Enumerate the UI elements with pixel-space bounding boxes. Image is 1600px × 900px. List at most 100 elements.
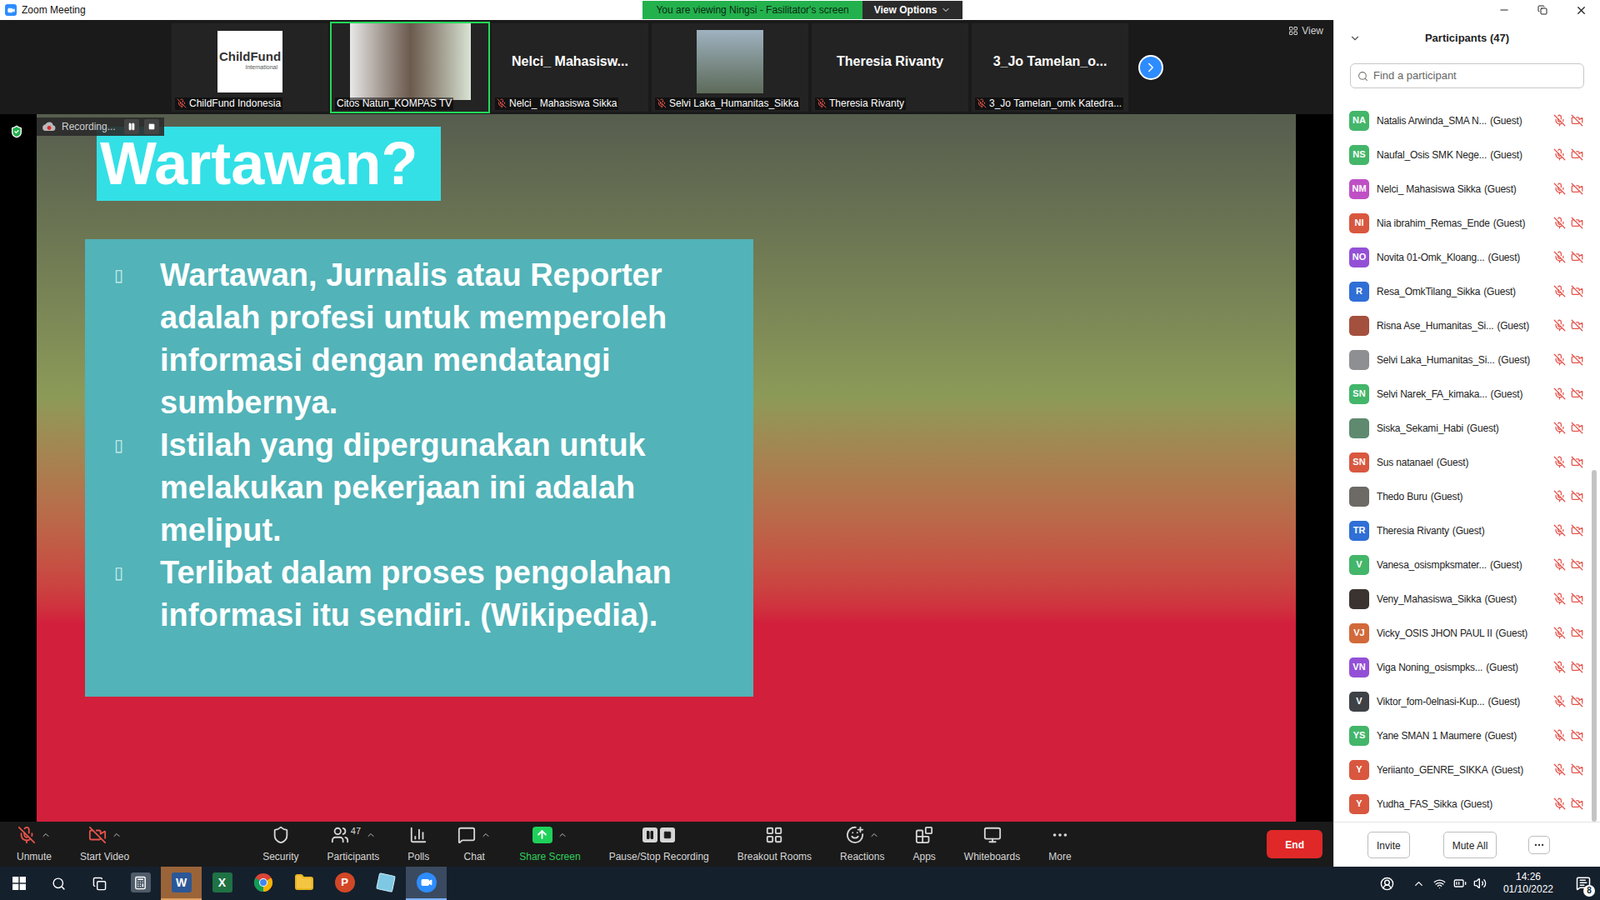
participant-row[interactable]: Veny_Mahasiswa_Sikka(Guest) (1334, 581, 1600, 616)
mic-off-icon[interactable] (1553, 455, 1566, 469)
mic-off-icon[interactable] (1553, 729, 1566, 742)
participant-search[interactable]: Find a participant (1350, 63, 1585, 89)
people-icon[interactable] (1380, 876, 1395, 891)
more-options-button[interactable] (1528, 835, 1550, 855)
mic-off-icon[interactable] (1553, 524, 1566, 537)
mute-all-button[interactable]: Mute All (1443, 831, 1498, 859)
scrollbar[interactable] (1591, 103, 1597, 822)
view-options-button[interactable]: View Options (862, 0, 963, 20)
close-button[interactable] (1561, 0, 1600, 20)
mic-off-icon[interactable] (1553, 626, 1566, 640)
taskbar-app[interactable] (242, 866, 284, 900)
participant-row[interactable]: Selvi Laka_Humanitas_Si...(Guest) (1334, 342, 1600, 377)
mic-off-icon[interactable] (1553, 216, 1566, 230)
mic-off-icon[interactable] (1553, 319, 1566, 332)
restore-button[interactable] (1523, 0, 1562, 20)
tray-expand-icon[interactable] (1412, 877, 1425, 890)
participant-row[interactable]: NMNelci_ Mahasiswa Sikka(Guest) (1334, 171, 1600, 206)
mic-off-icon[interactable] (1553, 660, 1566, 674)
video-off-icon[interactable] (1570, 421, 1584, 435)
toolbar-button[interactable]: Whiteboards (964, 825, 1020, 865)
toolbar-button[interactable]: More (1048, 825, 1071, 865)
mic-off-icon[interactable] (1553, 421, 1566, 435)
stop-recording-button[interactable] (144, 119, 160, 135)
taskbar-app[interactable]: X (201, 866, 243, 900)
caret-icon[interactable] (40, 830, 51, 840)
participant-row[interactable]: SNSus natanael(Guest) (1334, 445, 1600, 480)
video-tile[interactable]: ChildFundInternationalChildFund Indonesi… (170, 21, 330, 114)
taskbar-app[interactable] (120, 866, 161, 900)
clock[interactable]: 14:2601/10/2022 (1496, 870, 1560, 896)
participant-row[interactable]: SNSelvi Narek_FA_kimaka...(Guest) (1334, 376, 1600, 411)
toolbar-button[interactable]: Polls (407, 825, 430, 865)
toolbar-button[interactable]: Pause/Stop Recording (609, 825, 710, 865)
mic-off-icon[interactable] (1553, 250, 1566, 264)
toolbar-button[interactable]: Security (262, 825, 299, 865)
taskbar-app[interactable] (365, 866, 406, 900)
video-off-icon[interactable] (1570, 626, 1584, 640)
video-off-icon[interactable] (1570, 695, 1584, 708)
scrollbar-thumb[interactable] (1591, 470, 1597, 822)
mic-off-icon[interactable] (1553, 148, 1566, 161)
task-view-button[interactable] (79, 866, 120, 900)
video-off-icon[interactable] (1570, 387, 1584, 400)
toolbar-button[interactable]: Reactions (840, 825, 885, 865)
volume-icon[interactable] (1473, 876, 1487, 890)
video-off-icon[interactable] (1570, 558, 1584, 571)
participant-row[interactable]: Thedo Buru(Guest) (1334, 479, 1600, 514)
participant-row[interactable]: RResa_OmkTilang_Sikka(Guest) (1334, 274, 1600, 309)
participant-row[interactable]: NONovita 01-Omk_Kloang...(Guest) (1334, 240, 1600, 275)
mic-off-icon[interactable] (1553, 558, 1566, 571)
battery-icon[interactable] (1453, 876, 1467, 890)
video-off-icon[interactable] (1570, 285, 1584, 298)
mic-off-icon[interactable] (1553, 182, 1566, 195)
toolbar-button[interactable]: 47Participants (327, 825, 380, 865)
video-off-icon[interactable] (1570, 148, 1584, 161)
participant-row[interactable]: YSYane SMAN 1 Maumere(Guest) (1334, 718, 1600, 753)
video-off-icon[interactable] (1570, 319, 1584, 332)
video-off-icon[interactable] (1570, 592, 1584, 605)
video-off-icon[interactable] (1570, 114, 1584, 127)
mic-off-icon[interactable] (1553, 353, 1566, 366)
participant-row[interactable]: NSNaufal_Osis SMK Nege...(Guest) (1334, 137, 1600, 172)
video-tile[interactable]: Selvi Laka_Humanitas_Sikka (650, 21, 810, 114)
participant-row[interactable]: VVanesa_osismpksmater...(Guest) (1334, 547, 1600, 582)
video-off-icon[interactable] (1570, 250, 1584, 264)
participant-row[interactable]: NINia ibrahim_Remas_Ende(Guest) (1334, 205, 1600, 240)
caret-icon[interactable] (365, 830, 376, 840)
view-button[interactable]: View (1288, 23, 1324, 39)
caret-icon[interactable] (480, 830, 491, 840)
mic-off-icon[interactable] (1553, 797, 1566, 810)
search-button[interactable] (38, 866, 80, 900)
caret-icon[interactable] (557, 830, 568, 840)
participant-row[interactable]: YYudha_FAS_Sikka(Guest) (1334, 786, 1600, 821)
caret-icon[interactable] (111, 830, 122, 840)
toolbar-button[interactable]: Share Screen (519, 825, 580, 865)
mic-off-icon[interactable] (1553, 592, 1566, 605)
taskbar-app[interactable] (283, 866, 325, 900)
video-off-icon[interactable] (1570, 353, 1584, 366)
video-tile[interactable]: Citos Natun_KOMPAS TV (330, 21, 490, 114)
video-off-icon[interactable] (1570, 763, 1584, 776)
video-off-icon[interactable] (1570, 182, 1584, 195)
participant-row[interactable]: VNViga Noning_osismpks...(Guest) (1334, 650, 1600, 685)
invite-button[interactable]: Invite (1367, 831, 1410, 859)
taskbar-app[interactable]: P (324, 866, 365, 900)
mic-off-icon[interactable] (1553, 114, 1566, 127)
next-page-button[interactable] (1138, 55, 1164, 80)
toolbar-button[interactable]: Start Video (80, 825, 130, 865)
video-off-icon[interactable] (1570, 660, 1584, 674)
taskbar-app[interactable]: W (160, 866, 202, 900)
start-button[interactable] (0, 866, 39, 900)
video-off-icon[interactable] (1570, 455, 1584, 469)
encryption-shield-icon[interactable] (10, 125, 24, 139)
mic-off-icon[interactable] (1553, 695, 1566, 708)
mic-off-icon[interactable] (1553, 490, 1566, 503)
toolbar-button[interactable]: Breakout Rooms (737, 825, 812, 865)
participant-row[interactable]: VJVicky_OSIS JHON PAUL II(Guest) (1334, 615, 1600, 650)
video-off-icon[interactable] (1570, 797, 1584, 810)
video-tile[interactable]: Nelci_ Mahasisw...Nelci_ Mahasiswa Sikka (490, 21, 650, 114)
participant-row[interactable]: VViktor_fom-0elnasi-Kup...(Guest) (1334, 684, 1600, 719)
toolbar-button[interactable]: Unmute (16, 825, 52, 865)
caret-icon[interactable] (869, 830, 880, 840)
